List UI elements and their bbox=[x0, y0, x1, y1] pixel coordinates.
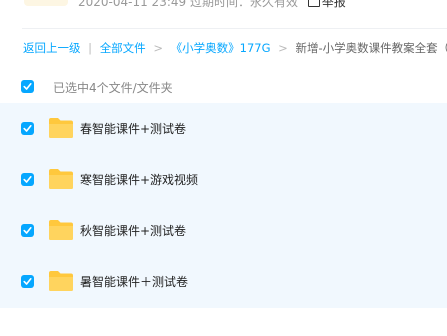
check-icon bbox=[23, 83, 32, 90]
breadcrumb-arrow: > bbox=[153, 41, 163, 55]
breadcrumb-divider: | bbox=[88, 41, 93, 55]
file-name[interactable]: 寒智能课件+游戏视频 bbox=[80, 171, 198, 188]
check-icon bbox=[23, 227, 32, 234]
top-info-strip: 2020-04-11 23:49 过期时间：永久有效 举报 bbox=[0, 0, 447, 8]
file-name[interactable]: 秋智能课件+测试卷 bbox=[80, 222, 186, 239]
report-button[interactable]: 举报 bbox=[307, 0, 346, 8]
file-name[interactable]: 暑智能课件＋测试卷 bbox=[80, 273, 188, 290]
list-item[interactable]: 寒智能课件+游戏视频 bbox=[0, 154, 447, 205]
item-checkbox[interactable] bbox=[21, 173, 34, 186]
report-label: 举报 bbox=[321, 0, 346, 8]
list-item[interactable]: 春智能课件+测试卷 bbox=[0, 103, 447, 154]
folder-icon bbox=[49, 169, 73, 189]
file-list: 春智能课件+测试卷 寒智能课件+游戏视频 秋智能课件+测试卷 暑智能课件＋测试卷 bbox=[0, 103, 447, 308]
check-icon bbox=[23, 125, 32, 132]
share-thumbnail bbox=[24, 0, 68, 6]
file-name[interactable]: 春智能课件+测试卷 bbox=[80, 120, 186, 137]
breadcrumb-arrow: > bbox=[278, 41, 288, 55]
list-item[interactable]: 秋智能课件+测试卷 bbox=[0, 205, 447, 256]
item-checkbox[interactable] bbox=[21, 224, 34, 237]
selection-row: 已选中4个文件/文件夹 bbox=[0, 72, 447, 102]
select-all-checkbox[interactable] bbox=[21, 80, 34, 93]
item-checkbox[interactable] bbox=[21, 122, 34, 135]
share-meta-text: 2020-04-11 23:49 过期时间：永久有效 bbox=[78, 0, 298, 8]
back-link[interactable]: 返回上一级 bbox=[23, 41, 81, 55]
divider bbox=[22, 28, 447, 29]
folder-icon bbox=[49, 220, 73, 240]
check-icon bbox=[23, 176, 32, 183]
item-checkbox[interactable] bbox=[21, 275, 34, 288]
folder-icon bbox=[49, 118, 73, 138]
check-icon bbox=[23, 278, 32, 285]
share-meta: 2020-04-11 23:49 过期时间：永久有效 举报 bbox=[78, 0, 346, 8]
folder-link[interactable]: 《小学奥数》177G bbox=[171, 41, 271, 55]
selection-count: 已选中4个文件/文件夹 bbox=[53, 81, 173, 95]
report-icon bbox=[307, 0, 320, 7]
all-files-link[interactable]: 全部文件 bbox=[100, 41, 146, 55]
breadcrumb: 返回上一级 | 全部文件 > 《小学奥数》177G > 新增-小学奥数课件教案全… bbox=[23, 40, 447, 56]
folder-icon bbox=[49, 271, 73, 291]
breadcrumb-current: 新增-小学奥数课件教案全套（1... bbox=[295, 41, 447, 55]
list-item[interactable]: 暑智能课件＋测试卷 bbox=[0, 256, 447, 307]
